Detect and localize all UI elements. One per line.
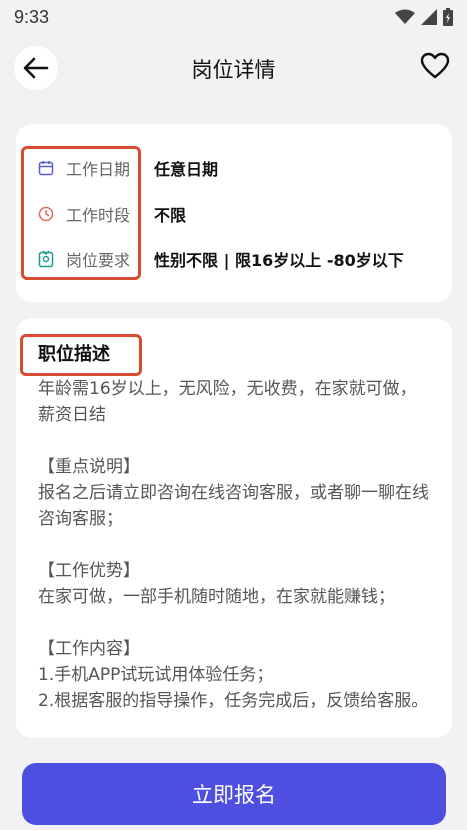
page-title: 岗位详情 bbox=[191, 58, 276, 82]
info-value: 性别不限 | 限16岁以上 -80岁以下 bbox=[154, 251, 404, 270]
header: 岗位详情 bbox=[0, 34, 467, 102]
status-icons bbox=[395, 8, 453, 26]
status-bar: 9:33 bbox=[0, 0, 467, 34]
job-description-card: 职位描述 年龄需16岁以上，无风险，无收费，在家就可做，薪资日结 【重点说明】 … bbox=[16, 318, 452, 738]
status-time: 9:33 bbox=[14, 6, 50, 27]
signal-icon bbox=[421, 9, 437, 25]
wifi-icon bbox=[395, 9, 415, 24]
battery-icon bbox=[443, 8, 453, 26]
heart-outline-icon bbox=[420, 52, 450, 79]
highlight-box-description-title bbox=[20, 334, 142, 376]
highlight-box-info-labels bbox=[21, 146, 141, 280]
info-value: 任意日期 bbox=[154, 160, 219, 179]
apply-button[interactable]: 立即报名 bbox=[22, 763, 446, 825]
favorite-button[interactable] bbox=[419, 50, 451, 82]
bottom-bar: 立即报名 bbox=[0, 738, 467, 830]
info-value: 不限 bbox=[154, 206, 187, 225]
description-body: 年龄需16岁以上，无风险，无收费，在家就可做，薪资日结 【重点说明】 报名之后请… bbox=[38, 379, 429, 711]
job-info-card: 工作日期 任意日期 工作时段 不限 岗位要求 性别不限 | 限16岁以上 -80… bbox=[16, 124, 452, 302]
